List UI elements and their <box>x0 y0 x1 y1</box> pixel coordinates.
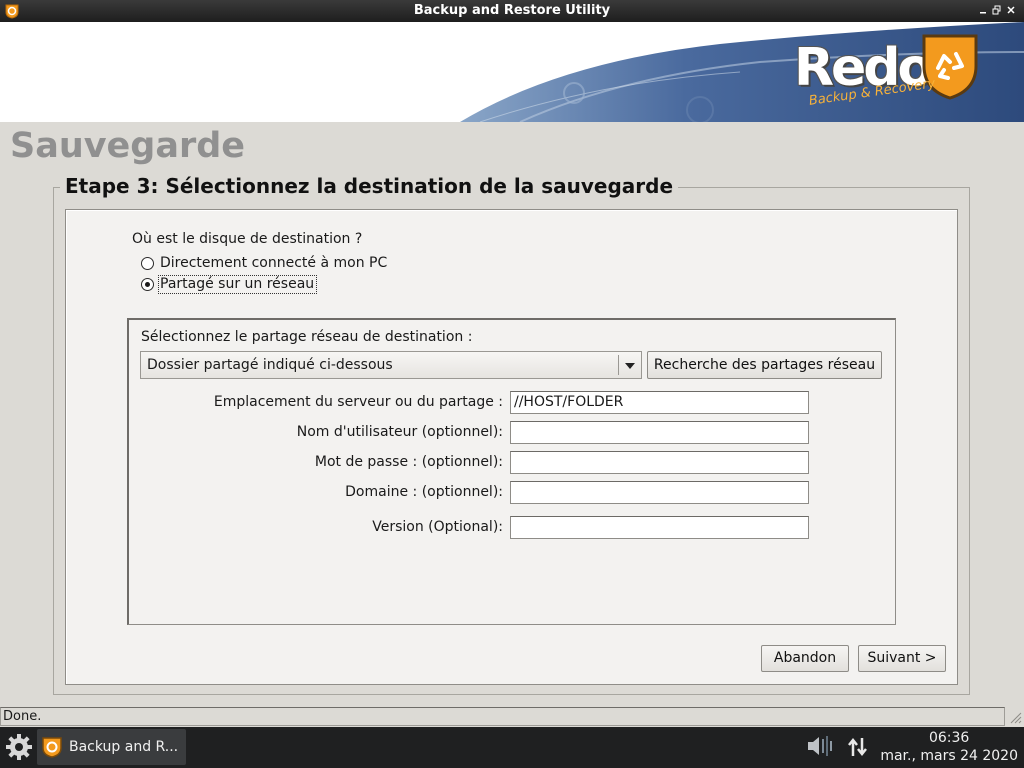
server-location-input[interactable]: //HOST/FOLDER <box>510 391 809 414</box>
restore-button[interactable] <box>990 3 1004 17</box>
radio-local-disk[interactable] <box>141 257 154 270</box>
redo-logo: Redo Backup & Recovery <box>790 32 990 122</box>
window-title: Backup and Restore Utility <box>413 3 611 18</box>
share-type-select[interactable]: Dossier partagé indiqué ci-dessous <box>140 351 642 379</box>
minimize-button[interactable] <box>976 3 990 17</box>
cancel-button[interactable]: Abandon <box>761 645 849 672</box>
radio-network-share[interactable] <box>141 278 154 291</box>
redo-app-icon <box>42 737 62 758</box>
status-bar: Done. <box>0 706 1024 727</box>
browse-network-shares-button[interactable]: Recherche des partages réseau <box>647 351 882 379</box>
restore-icon <box>992 5 1001 15</box>
version-label: Version (Optional): <box>372 519 503 535</box>
domain-label: Domaine : (optionnel): <box>345 484 503 500</box>
taskbar-clock[interactable]: 06:36 mar., mars 24 2020 <box>880 729 1018 765</box>
clock-time: 06:36 <box>928 730 970 746</box>
resize-grip-icon[interactable] <box>1008 710 1022 724</box>
chevron-down-icon <box>625 363 635 369</box>
volume-icon[interactable] <box>806 733 836 759</box>
domain-input[interactable] <box>510 481 809 504</box>
step-heading: Etape 3: Sélectionnez la destination de … <box>60 174 679 198</box>
destination-question: Où est le disque de destination ? <box>132 231 363 247</box>
select-separator <box>618 355 619 375</box>
radio-local-disk-label[interactable]: Directement connecté à mon PC <box>160 255 387 271</box>
username-input[interactable] <box>510 421 809 444</box>
server-location-label: Emplacement du serveur ou du partage : <box>213 394 503 410</box>
password-label: Mot de passe : (optionnel): <box>314 454 503 470</box>
taskbar-app-label: Backup and R... <box>69 739 179 755</box>
settings-gear-icon[interactable] <box>4 732 34 762</box>
status-text: Done. <box>0 707 1005 726</box>
minimize-icon <box>980 12 986 14</box>
taskbar: Backup and R... 06:36 mar., mars 24 2020 <box>0 727 1024 768</box>
taskbar-app-button[interactable]: Backup and R... <box>37 729 186 765</box>
share-type-select-value: Dossier partagé indiqué ci-dessous <box>147 357 393 373</box>
password-input[interactable] <box>510 451 809 474</box>
network-transfer-icon[interactable] <box>846 735 870 759</box>
next-button[interactable]: Suivant > <box>858 645 946 672</box>
page-title: Sauvegarde <box>10 126 246 166</box>
close-button[interactable] <box>1004 3 1018 17</box>
header-banner: Redo Backup & Recovery <box>0 22 1024 122</box>
username-label: Nom d'utilisateur (optionnel): <box>296 424 503 440</box>
version-input[interactable] <box>510 516 809 539</box>
network-share-prompt: Sélectionnez le partage réseau de destin… <box>141 329 473 345</box>
radio-network-share-label[interactable]: Partagé sur un réseau <box>160 276 314 292</box>
window-title-bar[interactable]: Backup and Restore Utility <box>0 0 1024 22</box>
clock-date: mar., mars 24 2020 <box>880 748 1018 764</box>
close-icon <box>1007 6 1015 14</box>
